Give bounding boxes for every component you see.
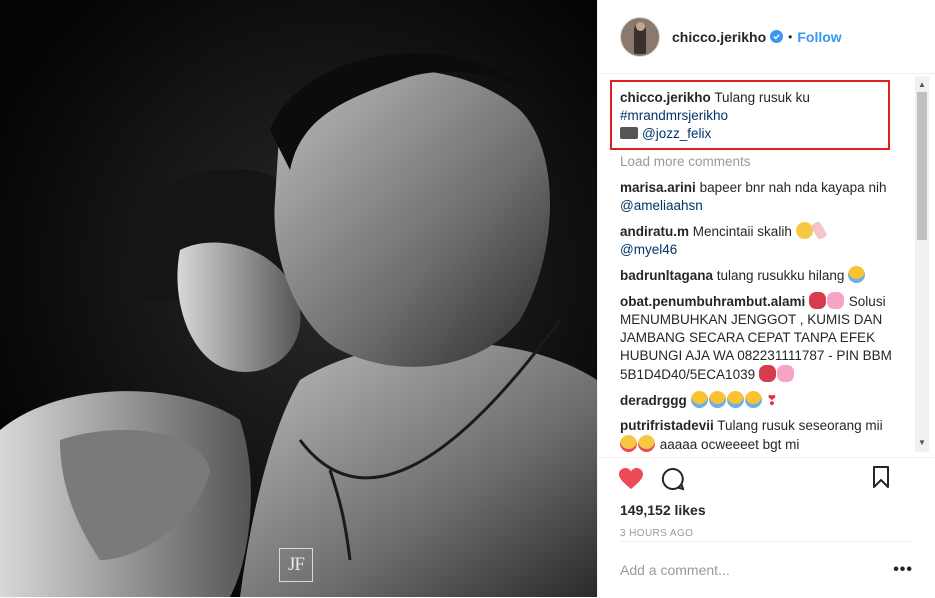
- crying-face-icon: [690, 391, 708, 408]
- comments-list[interactable]: chicco.jerikho Tulang rusuk ku #mrandmrs…: [598, 74, 935, 457]
- post-header: chicco.jerikho • Follow: [598, 0, 935, 74]
- scroll-down-arrow-icon[interactable]: ▼: [915, 436, 929, 450]
- comment-input[interactable]: Add a comment...: [620, 562, 893, 578]
- comment-text: Mencintaii skalih: [692, 224, 792, 239]
- follow-button[interactable]: Follow: [797, 29, 841, 45]
- comment-item: putrifristadevii Tulang rusuk seseorang …: [620, 417, 914, 454]
- post-timestamp[interactable]: 3 HOURS AGO: [598, 528, 935, 539]
- heart-eyes-icon: [620, 435, 637, 452]
- comment-item: marisa.arini bapeer bnr nah nda kayapa n…: [620, 179, 914, 215]
- cherry-blossom-icon: [776, 365, 794, 382]
- photographer-watermark: JF: [279, 548, 313, 582]
- comment-username[interactable]: deradrggg: [620, 393, 687, 408]
- scrollbar-thumb[interactable]: [917, 92, 927, 240]
- post-actions: 149,152 likes 3 HOURS AGO: [598, 457, 935, 547]
- crying-face-icon: [708, 391, 726, 408]
- heart-icon[interactable]: [618, 466, 644, 492]
- exclamation-heart-icon: ❣: [766, 393, 778, 408]
- comment-username[interactable]: putrifristadevii: [620, 418, 714, 433]
- comment-mention[interactable]: @ameliaahsn: [620, 198, 703, 213]
- crying-face-icon: [744, 391, 762, 408]
- crying-face-icon: [726, 391, 744, 408]
- load-more-comments[interactable]: Load more comments: [620, 153, 914, 171]
- header-username[interactable]: chicco.jerikho: [672, 29, 766, 45]
- comment-item: obat.penumbuhrambut.alami Solusi MENUMBU…: [620, 292, 914, 384]
- header-user-row: chicco.jerikho • Follow: [660, 29, 842, 45]
- comment-icon[interactable]: [660, 466, 686, 492]
- comment-username[interactable]: marisa.arini: [620, 180, 696, 195]
- comment-item: deradrggg ❣: [620, 391, 914, 410]
- separator-dot: •: [788, 29, 793, 44]
- likes-count[interactable]: 149,152 likes: [598, 502, 935, 518]
- instagram-post: JF chicco.jerikho • Follow chicco.jerikh…: [0, 0, 935, 597]
- comment-username[interactable]: obat.penumbuhrambut.alami: [620, 294, 805, 309]
- more-options-icon[interactable]: •••: [893, 561, 913, 579]
- comment-mention[interactable]: @myel46: [620, 242, 677, 257]
- heart-eyes-icon: [638, 435, 655, 452]
- caption-highlight-box: [610, 80, 890, 150]
- comment-item: andiratu.m Mencintaii skalih @myel46: [620, 220, 914, 259]
- post-sidebar: chicco.jerikho • Follow chicco.jerikho T…: [597, 0, 935, 597]
- avatar[interactable]: [620, 16, 660, 57]
- cherry-blossom-icon: [827, 292, 845, 309]
- add-comment-bar: Add a comment... •••: [620, 541, 913, 598]
- comment-username[interactable]: badrunltagana: [620, 268, 713, 283]
- face-rolling-eyes-icon: [795, 222, 813, 239]
- hibiscus-icon: [809, 292, 827, 309]
- comment-username[interactable]: andiratu.m: [620, 224, 689, 239]
- photo-image: [0, 0, 597, 597]
- comment-text: Tulang rusuk seseorang mii: [717, 418, 883, 433]
- nail-polish-icon: [810, 220, 828, 241]
- scroll-up-arrow-icon[interactable]: ▲: [915, 78, 929, 92]
- post-photo[interactable]: JF: [0, 0, 597, 597]
- hibiscus-icon: [758, 365, 776, 382]
- comment-text: tulang rusukku hilang: [716, 268, 845, 283]
- comments-scrollbar[interactable]: ▲ ▼: [915, 76, 929, 452]
- bookmark-icon[interactable]: [868, 464, 894, 490]
- comment-item: badrunltagana tulang rusukku hilang: [620, 266, 914, 285]
- tears-of-joy-icon: [848, 266, 866, 283]
- comment-text: bapeer bnr nah nda kayapa nih: [699, 180, 887, 195]
- verified-badge-icon: [770, 30, 784, 43]
- comment-text-continued: aaaaa ocweeeet bgt mi: [659, 437, 800, 452]
